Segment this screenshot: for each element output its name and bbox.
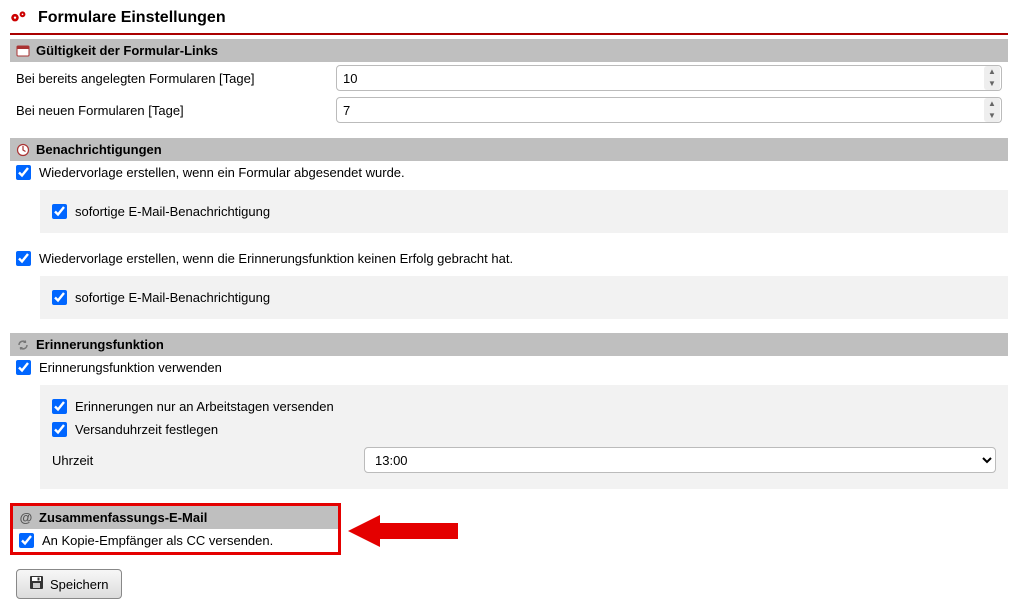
calendar-icon <box>16 44 30 58</box>
checkbox-cc-recipients[interactable] <box>19 533 34 548</box>
validity-existing-input[interactable] <box>336 65 1002 91</box>
highlight-annotation: @ Zusammenfassungs-E-Mail An Kopie-Empfä… <box>10 503 341 555</box>
checkbox-set-send-time[interactable] <box>52 422 67 437</box>
clock-icon <box>16 143 30 157</box>
time-label: Uhrzeit <box>52 453 364 468</box>
at-icon: @ <box>19 511 33 525</box>
time-select[interactable]: 13:00 <box>364 447 996 473</box>
gears-icon <box>10 8 30 27</box>
spinner-buttons[interactable]: ▲▼ <box>984 98 1000 122</box>
validity-existing-label: Bei bereits angelegten Formularen [Tage] <box>16 71 336 86</box>
save-button-label: Speichern <box>50 577 109 592</box>
section-notifications: Benachrichtigungen Wiedervorlage erstell… <box>10 138 1008 319</box>
section-validity: Gültigkeit der Formular-Links Bei bereit… <box>10 39 1008 126</box>
checkbox-immediate-email-2[interactable] <box>52 290 67 305</box>
validity-new-label: Bei neuen Formularen [Tage] <box>16 103 336 118</box>
resubmit-on-send-label: Wiedervorlage erstellen, wenn ein Formul… <box>39 165 405 180</box>
resubmit-on-reminder-fail-label: Wiedervorlage erstellen, wenn die Erinne… <box>39 251 513 266</box>
notifications-sub-2: sofortige E-Mail-Benachrichtigung <box>40 276 1008 319</box>
annotation-arrow-icon <box>348 513 458 552</box>
section-reminder: Erinnerungsfunktion Erinnerungsfunktion … <box>10 333 1008 489</box>
checkbox-immediate-email-1[interactable] <box>52 204 67 219</box>
cc-recipients-label: An Kopie-Empfänger als CC versenden. <box>42 533 273 548</box>
set-send-time-label: Versanduhrzeit festlegen <box>75 422 218 437</box>
reminder-sub: Erinnerungen nur an Arbeitstagen versend… <box>40 385 1008 489</box>
immediate-email-label-1: sofortige E-Mail-Benachrichtigung <box>75 204 270 219</box>
section-validity-heading: Gültigkeit der Formular-Links <box>36 43 218 58</box>
header-divider <box>10 33 1008 35</box>
section-reminder-heading: Erinnerungsfunktion <box>36 337 164 352</box>
notifications-sub-1: sofortige E-Mail-Benachrichtigung <box>40 190 1008 233</box>
section-notifications-heading: Benachrichtigungen <box>36 142 162 157</box>
checkbox-resubmit-on-reminder-fail[interactable] <box>16 251 31 266</box>
immediate-email-label-2: sofortige E-Mail-Benachrichtigung <box>75 290 270 305</box>
save-button[interactable]: Speichern <box>16 569 122 599</box>
workdays-only-label: Erinnerungen nur an Arbeitstagen versend… <box>75 399 334 414</box>
save-icon <box>29 575 44 593</box>
checkbox-use-reminder[interactable] <box>16 360 31 375</box>
page-title: Formulare Einstellungen <box>38 9 226 27</box>
spinner-buttons[interactable]: ▲▼ <box>984 66 1000 90</box>
section-summary-heading: Zusammenfassungs-E-Mail <box>39 510 207 525</box>
checkbox-workdays-only[interactable] <box>52 399 67 414</box>
use-reminder-label: Erinnerungsfunktion verwenden <box>39 360 222 375</box>
checkbox-resubmit-on-send[interactable] <box>16 165 31 180</box>
validity-new-input[interactable] <box>336 97 1002 123</box>
refresh-icon <box>16 338 30 352</box>
